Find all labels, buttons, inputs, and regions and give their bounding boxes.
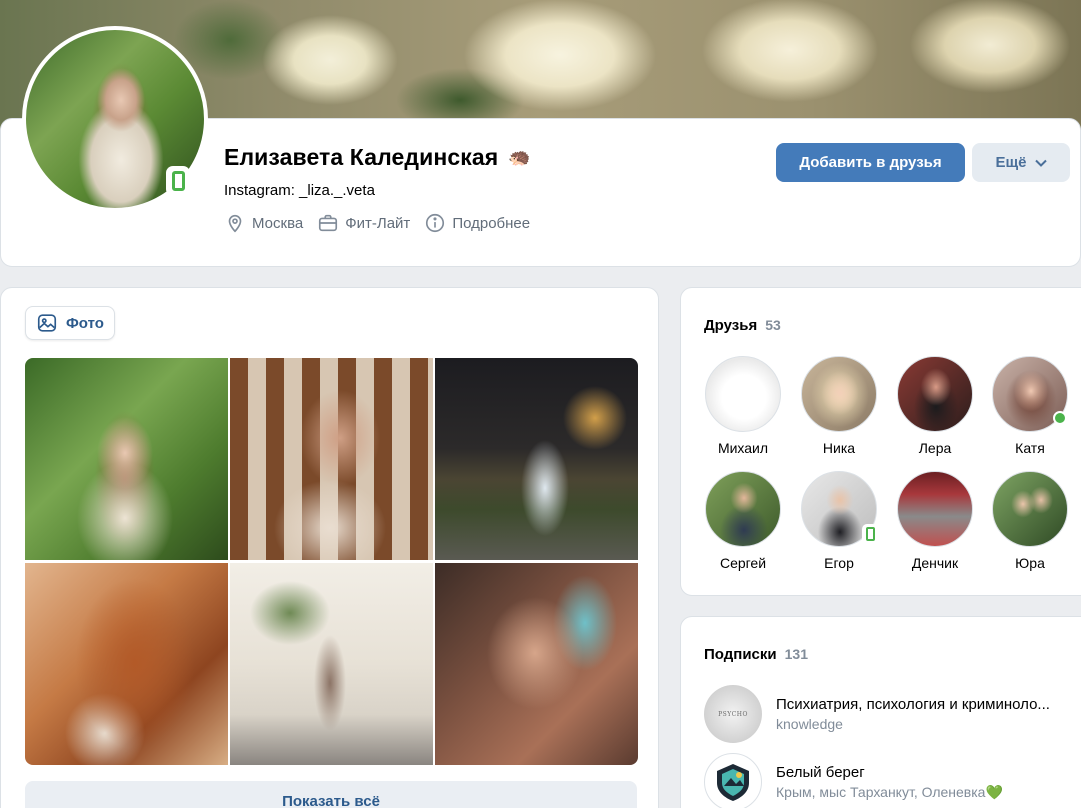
profile-name: Елизавета Калединская [224, 144, 499, 170]
location-pin-icon [228, 214, 242, 233]
friends-count: 53 [765, 317, 781, 333]
friend-item[interactable]: Ника [800, 356, 878, 456]
friend-item[interactable]: Юра [991, 471, 1069, 571]
subscription-desc-text: Крым, мыс Тарханкут, Оленевка [776, 783, 986, 800]
friend-name: Юра [1015, 555, 1045, 571]
briefcase-icon [319, 214, 338, 232]
online-mobile-icon [166, 166, 190, 196]
friend-avatar [801, 471, 878, 547]
photo-grid [25, 358, 638, 766]
friend-item[interactable]: Михаил [704, 356, 782, 456]
friend-avatar [705, 471, 781, 547]
friend-item[interactable]: Сергей [704, 471, 782, 571]
friend-avatar [992, 356, 1068, 432]
online-mobile-icon [862, 524, 878, 544]
more-actions-label: Ещё [995, 154, 1027, 171]
tab-photos-label: Фото [66, 314, 104, 332]
profile-name-row: Елизавета Калединская 🦔 [224, 144, 531, 171]
subscription-desc: knowledge [776, 716, 843, 732]
subscriptions-title: Подписки [704, 646, 777, 663]
friend-item[interactable]: Катя [991, 356, 1069, 456]
info-circle-icon [426, 213, 445, 233]
friend-name: Катя [1015, 440, 1045, 456]
friend-avatar [992, 471, 1068, 547]
photo-thumbnail[interactable] [435, 358, 638, 560]
subscription-avatar: PSYCHO [704, 685, 762, 743]
friend-name: Михаил [717, 440, 769, 456]
friend-avatar [897, 356, 973, 432]
work-label: Фит-Лайт [345, 214, 411, 232]
hedgehog-emoji-icon: 🦔 [508, 147, 531, 167]
subscription-avatar [704, 753, 762, 808]
subscriptions-header[interactable]: Подписки 131 [704, 646, 808, 663]
friends-header[interactable]: Друзья 53 [704, 317, 781, 334]
online-indicator-icon [1053, 411, 1067, 425]
photos-card: Фото Показать всё [0, 287, 659, 808]
friend-avatar [897, 471, 973, 547]
subscriptions-card: Подписки 131 PSYCHO Психиатрия, психолог… [680, 616, 1081, 808]
photo-thumbnail[interactable] [25, 358, 228, 560]
shield-logo-icon [717, 764, 749, 801]
photo-thumbnail[interactable] [230, 358, 433, 560]
friends-card: Друзья 53 Михаил Ника Лера Катя Сергей Е… [680, 287, 1081, 596]
info-work[interactable]: Фит-Лайт [317, 212, 410, 234]
add-friend-button[interactable]: Добавить в друзья [776, 143, 965, 182]
friend-avatar [801, 356, 877, 432]
friend-name: Егор [824, 555, 854, 571]
image-icon [37, 314, 57, 332]
show-all-photos-button[interactable]: Показать всё [25, 781, 637, 808]
more-info-label: Подробнее [452, 214, 531, 232]
more-actions-button[interactable]: Ещё [972, 143, 1070, 182]
subscription-item[interactable]: Белый берег Крым, мыс Тарханкут, Оленевк… [704, 753, 1066, 808]
profile-status: Instagram: _liza._.veta [224, 182, 375, 199]
subscription-desc: Крым, мыс Тарханкут, Оленевка💚 [776, 784, 1066, 801]
photo-thumbnail[interactable] [435, 563, 638, 765]
friend-name: Ника [822, 440, 856, 456]
info-more[interactable]: Подробнее [424, 212, 530, 234]
subscription-title: Белый берег [776, 763, 865, 781]
friend-item[interactable]: Егор [800, 471, 878, 571]
subscription-item[interactable]: PSYCHO Психиатрия, психология и криминол… [704, 685, 1066, 743]
friend-name: Денчик [911, 555, 959, 571]
photo-thumbnail[interactable] [230, 563, 433, 765]
tab-photos[interactable]: Фото [25, 306, 115, 340]
friend-avatar [705, 356, 781, 432]
friend-item[interactable]: Денчик [896, 471, 974, 571]
profile-info-row: Москва Фит-Лайт Подробнее [224, 212, 530, 234]
friend-item[interactable]: Лера [896, 356, 974, 456]
subscription-avatar-text: PSYCHO [718, 710, 748, 718]
green-heart-icon: 💚 [985, 783, 1003, 800]
info-city[interactable]: Москва [224, 212, 303, 234]
friend-name: Лера [918, 440, 952, 456]
city-label: Москва [252, 214, 304, 232]
subscription-title: Психиатрия, психология и криминоло... [776, 696, 1050, 713]
friends-title: Друзья [704, 317, 758, 334]
photo-thumbnail[interactable] [25, 563, 228, 765]
friend-name: Сергей [719, 555, 767, 571]
chevron-down-icon [1034, 159, 1047, 167]
subscriptions-count: 131 [784, 646, 808, 662]
